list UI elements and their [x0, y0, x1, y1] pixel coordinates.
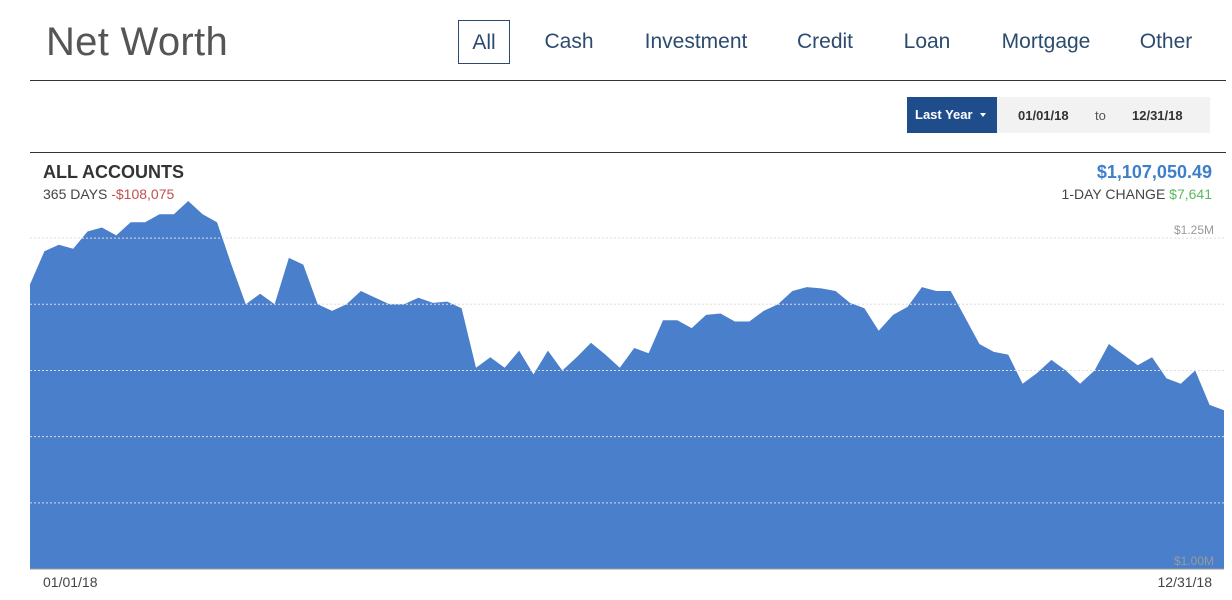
- x-axis-start-label: 01/01/18: [43, 574, 98, 590]
- net-worth-series-area: [30, 201, 1224, 569]
- net-worth-area-chart: $1.00M $1.25M: [30, 201, 1224, 570]
- y-tick-label: $1.25M: [1174, 223, 1214, 237]
- y-tick-label: $1.00M: [1174, 554, 1214, 568]
- x-axis-end-label: 12/31/18: [1157, 574, 1213, 590]
